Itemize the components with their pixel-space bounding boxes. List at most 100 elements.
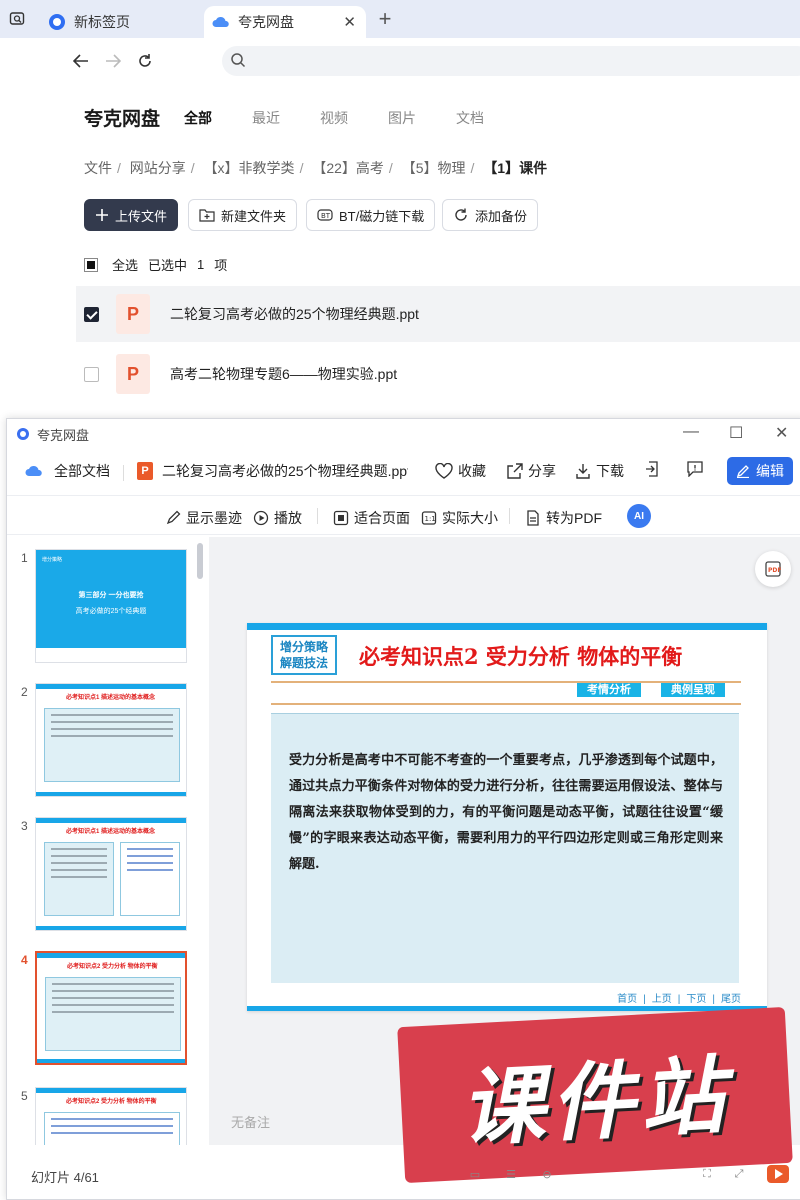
ai-assistant-button[interactable]: AI: [627, 504, 651, 528]
thumbnail-number-active: 4: [21, 953, 28, 967]
magnet-icon: BT: [317, 208, 333, 222]
pdf-export-icon[interactable]: PDF: [755, 551, 791, 587]
file-row[interactable]: P 二轮复习高考必做的25个物理经典题.ppt: [76, 286, 800, 342]
slide-nav-last[interactable]: 尾页: [721, 994, 741, 1005]
tab-all[interactable]: 全部: [184, 108, 212, 128]
all-docs-button[interactable]: 全部文档: [25, 461, 110, 481]
breadcrumb-item[interactable]: 【22】高考: [312, 160, 384, 176]
to-pdf-label: 转为PDF: [546, 510, 602, 526]
viewer-title-bar: 夸克网盘 — ☐ ✕: [7, 419, 800, 449]
selected-prefix: 已选中: [148, 258, 188, 273]
cloud-icon: [25, 464, 43, 478]
to-pdf-button[interactable]: 转为PDF: [525, 508, 602, 528]
thumbnail-slide-3[interactable]: 必考知识点1 描述运动的基本概念: [35, 817, 187, 931]
thumbnail-title: 第三部分 一分也要抢: [78, 592, 144, 599]
breadcrumb-item[interactable]: 【x】非教学类: [204, 160, 295, 176]
heart-icon: [435, 463, 453, 479]
zoom-out-icon[interactable]: ⊖: [537, 1165, 557, 1183]
edit-label: 编辑: [756, 463, 784, 479]
notes-view-icon[interactable]: ☰: [501, 1165, 521, 1183]
thumbnail-title: 必考知识点2 受力分析 物体的平衡: [67, 964, 158, 970]
edit-button[interactable]: 编辑: [727, 457, 793, 485]
actual-size-icon: 1:1: [421, 510, 437, 526]
actual-size-button[interactable]: 1:1 实际大小: [421, 508, 498, 528]
show-ink-button[interactable]: 显示墨迹: [165, 508, 242, 528]
refresh-icon[interactable]: [132, 48, 158, 74]
current-slide: 增分策略 解题技法 必考知识点2 受力分析 物体的平衡 考情分析 典例呈现 受力…: [247, 623, 767, 1011]
download-label: 下载: [596, 463, 624, 479]
close-tab-icon[interactable]: ✕: [343, 13, 356, 31]
thumbnail-slide-5[interactable]: 必考知识点2 受力分析 物体的平衡: [35, 1087, 187, 1145]
tab-search-icon[interactable]: [4, 6, 30, 32]
address-bar[interactable]: [222, 46, 800, 76]
slide-tag: 典例呈现: [661, 683, 725, 697]
tab-new-tab[interactable]: 新标签页: [40, 6, 200, 38]
slide-badge: 增分策略 解题技法: [271, 635, 337, 675]
thumbnail-number: 1: [21, 551, 28, 565]
thumbnail-title: 必考知识点2 受力分析 物体的平衡: [66, 1099, 157, 1105]
selection-bar: 全选 已选中 1 项: [84, 255, 227, 274]
ppt-file-icon: P: [116, 294, 150, 334]
file-checkbox[interactable]: [84, 366, 99, 382]
new-tab-icon[interactable]: +: [372, 6, 398, 32]
tab-video[interactable]: 视频: [320, 108, 348, 128]
file-row[interactable]: P 高考二轮物理专题6——物理实验.ppt: [76, 346, 800, 402]
folder-plus-icon: [199, 208, 215, 222]
selected-count: 1: [197, 257, 205, 272]
fit-screen-icon[interactable]: ⛶: [697, 1165, 717, 1183]
fullscreen-icon[interactable]: ⤢: [729, 1165, 749, 1183]
pan-brand: 夸克网盘: [84, 109, 161, 130]
normal-view-icon[interactable]: ▭: [465, 1165, 485, 1183]
upload-button[interactable]: 上传文件: [84, 199, 179, 231]
thumbnail-slide-2[interactable]: 必考知识点1 描述运动的基本概念: [35, 683, 187, 797]
share-button[interactable]: 分享: [507, 461, 556, 481]
breadcrumb-item[interactable]: 文件: [84, 160, 112, 176]
share-label: 分享: [528, 463, 556, 479]
thumbnail-slide-4[interactable]: 必考知识点2 受力分析 物体的平衡: [35, 951, 187, 1065]
tab-image[interactable]: 图片: [388, 108, 416, 128]
share-icon: [507, 463, 523, 479]
fit-page-button[interactable]: 适合页面: [333, 508, 410, 528]
thumbnail-scrollbar[interactable]: [197, 543, 203, 579]
slide-counter: 幻灯片 4/61: [31, 1170, 99, 1185]
export-icon[interactable]: [645, 461, 661, 477]
slide-nav-first[interactable]: 首页: [617, 994, 637, 1005]
new-folder-button[interactable]: 新建文件夹: [188, 199, 298, 231]
play-button[interactable]: 播放: [253, 508, 302, 528]
show-ink-label: 显示墨迹: [186, 510, 242, 526]
add-backup-button[interactable]: 添加备份: [442, 199, 539, 231]
maximize-icon[interactable]: ☐: [729, 423, 743, 443]
forward-icon[interactable]: [100, 48, 126, 74]
all-docs-label: 全部文档: [54, 463, 110, 479]
select-all-label[interactable]: 全选: [112, 255, 138, 274]
favorite-button[interactable]: 收藏: [435, 461, 486, 481]
ai-label: AI: [634, 510, 644, 522]
download-icon: [575, 463, 591, 479]
play-circle-icon: [253, 510, 269, 526]
bt-download-button[interactable]: BT BT/磁力链下载: [306, 199, 436, 231]
browser-tab-strip: 新标签页 夸克网盘 ✕ +: [0, 0, 800, 38]
pdf-convert-icon: [525, 510, 541, 526]
close-window-icon[interactable]: ✕: [775, 423, 788, 443]
slide-nav-prev[interactable]: 上页: [652, 994, 672, 1005]
tab-document[interactable]: 文档: [456, 108, 484, 128]
svg-text:1:1: 1:1: [425, 515, 436, 523]
file-name[interactable]: 二轮复习高考必做的25个物理经典题.ppt: [170, 304, 419, 324]
file-name[interactable]: 高考二轮物理专题6——物理实验.ppt: [170, 364, 397, 384]
speaker-notes[interactable]: 无备注: [231, 1112, 270, 1131]
feedback-icon[interactable]: [687, 461, 703, 477]
tab-quark-pan[interactable]: 夸克网盘 ✕: [204, 6, 366, 38]
minimize-icon[interactable]: —: [683, 423, 699, 441]
download-button[interactable]: 下载: [575, 461, 624, 481]
file-checkbox[interactable]: [84, 306, 99, 322]
select-all-checkbox[interactable]: [84, 257, 98, 272]
back-icon[interactable]: [68, 48, 94, 74]
thumbnail-slide-1[interactable]: 增分策略 第三部分 一分也要抢 高考必做的25个经典题: [35, 549, 187, 663]
breadcrumb-item[interactable]: 【5】物理: [402, 160, 466, 176]
breadcrumb-item[interactable]: 网站分享: [130, 160, 186, 176]
slideshow-play-icon[interactable]: [767, 1165, 789, 1183]
slide-nav-next[interactable]: 下页: [686, 994, 706, 1005]
tab-recent[interactable]: 最近: [252, 108, 280, 128]
tab-label: 夸克网盘: [238, 14, 294, 30]
svg-text:BT: BT: [321, 212, 331, 220]
